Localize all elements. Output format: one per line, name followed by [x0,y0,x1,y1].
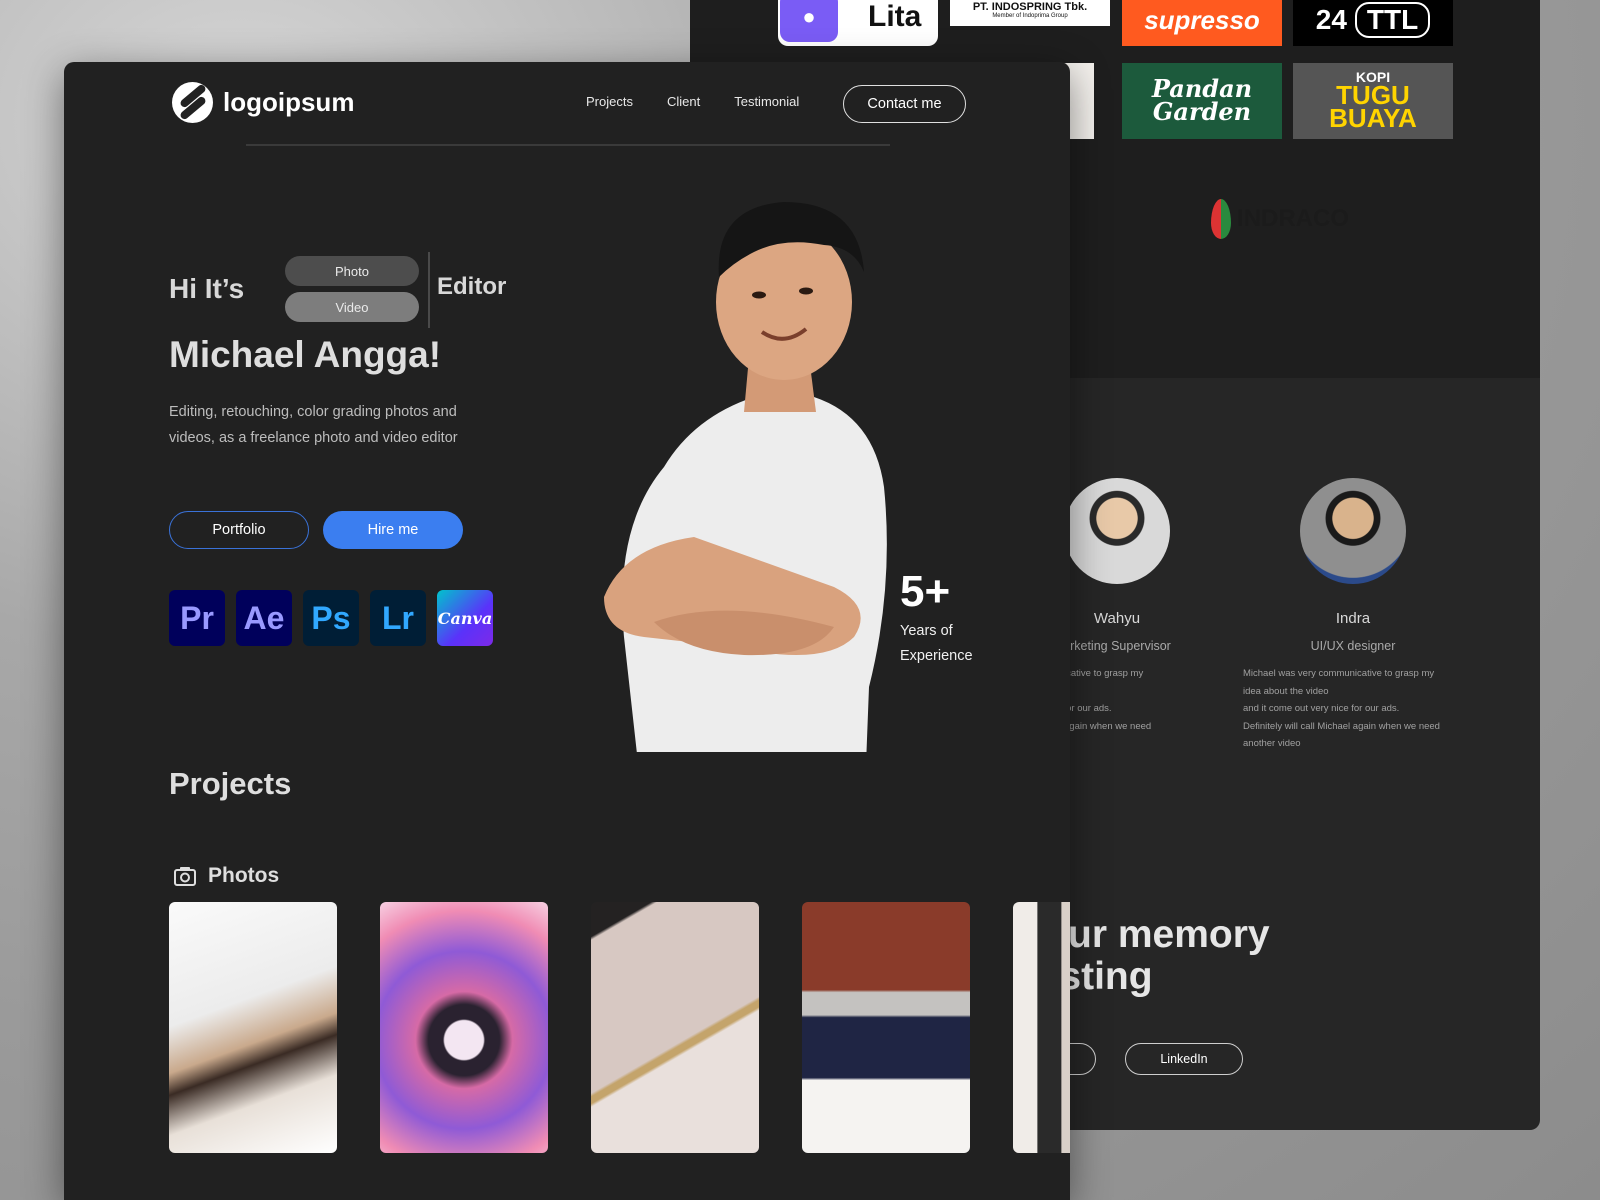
hero-name: Michael Angga! [169,334,442,375]
testimonial-name: Indra [1335,610,1371,627]
photo-thumbnail[interactable] [802,902,970,1153]
portfolio-window: logoipsum Projects Client Testimonial Co… [64,62,1070,1200]
projects-section: Projects Photos [64,752,1070,1200]
client-logo-pandan-line2: Garden [1152,97,1252,126]
client-logo-supresso: supresso [1122,0,1282,46]
client-logo-indospring-text: PT. INDOSPRING Tbk. [972,0,1088,13]
role-divider [428,252,430,328]
tool-icons: Pr Ae Ps Lr Canva [169,590,493,646]
brand-logo[interactable]: logoipsum [172,82,354,123]
linkedin-button[interactable]: LinkedIn [1125,1043,1243,1075]
client-logo-indospring: PT. INDOSPRING Tbk. Member of Indoprima … [950,0,1110,26]
premiere-pro-icon: Pr [169,590,225,646]
photo-thumbnail[interactable] [380,902,548,1153]
contact-button[interactable]: Contact me [843,85,966,123]
bunny-icon: ● [780,0,838,42]
client-logo-24ttl: 24 TTL [1293,0,1453,46]
client-logo-tugu-buaya: KOPI TUGU BUAYA [1293,63,1453,139]
client-logo-lita: ● Lita [778,0,938,46]
nav-divider [246,144,890,146]
brand-name: logoipsum [223,87,355,117]
photos-label: Photos [208,864,280,887]
experience-label: Years of Experience [900,623,973,664]
client-logo-ttl-text: TTL [1354,2,1431,38]
nav-link-testimonial[interactable]: Testimonial [734,94,799,109]
nav-link-projects[interactable]: Projects [586,94,633,109]
canva-icon: Canva [437,590,493,646]
client-logo-lita-text: Lita [868,0,922,33]
camera-icon [174,867,196,886]
role-toggle-video[interactable]: Video [285,292,419,322]
client-logo-indraco-text: INDRACO [1237,205,1349,232]
after-effects-icon: Ae [236,590,292,646]
nav-link-client[interactable]: Client [667,94,700,109]
experience-value: 5+ [900,567,951,616]
top-nav: Projects Client Testimonial [586,94,799,109]
photo-thumbnail[interactable] [591,902,759,1153]
client-logo-pandan-garden: Pandan Garden [1122,63,1282,139]
lightroom-icon: Lr [370,590,426,646]
testimonial-quote: Michael was very communicative to grasp … [1243,668,1440,749]
client-logo-supresso-text: supresso [1144,4,1260,35]
photoshop-icon: Ps [303,590,359,646]
hero-description: Editing, retouching, color grading photo… [169,404,458,446]
portfolio-button[interactable]: Portfolio [169,511,309,549]
photo-thumbnail[interactable] [169,902,337,1153]
avatar [1300,478,1406,584]
hero-role: Editor [437,273,507,300]
avatar [1064,478,1170,584]
photos-category[interactable]: Photos [174,864,279,888]
hero-greeting: Hi It’s [169,273,245,304]
hero-portrait [604,202,887,817]
coffee-bean-icon [1211,199,1231,239]
testimonial-card: Indra UI/UX designer Michael was very co… [1243,478,1463,753]
logo-mark-icon [172,82,213,123]
client-logo-indraco: INDRACO [1200,196,1360,242]
client-logo-tugu-line2: BUAYA [1329,103,1417,134]
testimonial-role: UI/UX designer [1310,639,1396,653]
client-logo-indospring-sub: Member of Indoprima Group [992,12,1068,19]
role-toggle-photo[interactable]: Photo [285,256,419,286]
hire-me-button[interactable]: Hire me [323,511,463,549]
client-logo-24-num: 24 [1315,4,1347,35]
projects-title: Projects [169,766,292,801]
photo-thumbnail[interactable] [1013,902,1070,1153]
